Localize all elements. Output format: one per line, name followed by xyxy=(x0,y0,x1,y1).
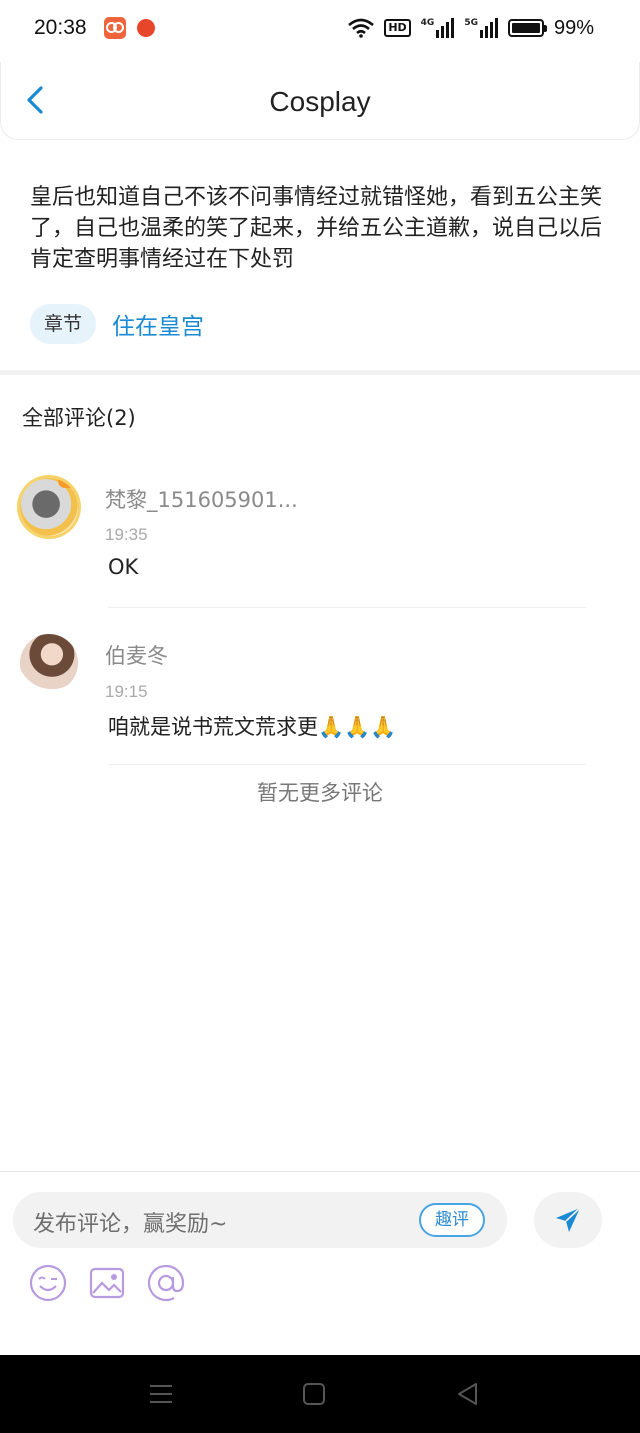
hd-icon: HD xyxy=(384,19,411,37)
comment-placeholder: 发布评论，赢奖励~ xyxy=(33,1212,228,1237)
comment-time: 19:15 xyxy=(105,682,148,701)
comment-input[interactable]: 发布评论，赢奖励~ 趣评 xyxy=(13,1192,507,1248)
status-time: 20:38 xyxy=(34,16,87,39)
header: Cosplay xyxy=(0,62,640,140)
emoji-button[interactable] xyxy=(28,1263,68,1303)
no-more-comments: 暂无更多评论 xyxy=(257,781,383,805)
comment-composer: 发布评论，赢奖励~ 趣评 xyxy=(0,1171,640,1355)
comment-username[interactable]: 伯麦冬 xyxy=(105,640,168,670)
battery-icon xyxy=(507,19,547,37)
divider xyxy=(108,607,586,608)
image-icon xyxy=(89,1267,125,1299)
chapter-row: 章节 住在皇宫 xyxy=(30,304,204,344)
user-avatar[interactable] xyxy=(20,634,78,692)
comment-username[interactable]: 梵黎_151605901... xyxy=(105,484,298,514)
post-text: 皇后也知道自己不该不问事情经过就错怪她，看到五公主笑了，自己也温柔的笑了起来，并… xyxy=(30,185,603,272)
author-avatar[interactable] xyxy=(20,478,78,536)
divider xyxy=(108,764,586,765)
mention-icon xyxy=(147,1264,185,1302)
emoji-icon xyxy=(29,1264,67,1302)
system-nav-bar xyxy=(0,1355,640,1433)
send-button[interactable] xyxy=(534,1192,602,1248)
battery-percent: 99% xyxy=(553,16,594,39)
comment-text: OK xyxy=(108,555,139,579)
mention-button[interactable] xyxy=(146,1263,186,1303)
author-badge-icon xyxy=(58,478,78,488)
app-notification-icon xyxy=(104,17,126,39)
quping-button[interactable]: 趣评 xyxy=(419,1203,485,1237)
chapter-link[interactable]: 住在皇宫 xyxy=(112,307,204,341)
signal-icon: 4G xyxy=(421,18,455,38)
image-button[interactable] xyxy=(87,1263,127,1303)
section-divider xyxy=(0,370,640,375)
wifi-icon xyxy=(348,18,375,38)
comments-title: 全部评论(2) xyxy=(22,406,136,430)
app-notification-icon xyxy=(137,19,155,37)
comment-text: 咱就是说书荒文荒求更🙏🙏🙏 xyxy=(108,715,397,739)
status-indicators: HD 4G 5G 99% xyxy=(348,14,594,42)
comment-time: 19:35 xyxy=(105,525,148,544)
page-title: Cosplay xyxy=(269,86,371,117)
chapter-tag: 章节 xyxy=(30,304,97,344)
menu-icon[interactable] xyxy=(147,1380,175,1408)
send-icon xyxy=(556,1207,581,1232)
home-icon[interactable] xyxy=(300,1380,328,1408)
status-bar: 20:38 HD 4G 5G 99% xyxy=(0,0,640,58)
back-icon[interactable] xyxy=(454,1380,482,1408)
signal-icon: 5G xyxy=(464,18,498,38)
